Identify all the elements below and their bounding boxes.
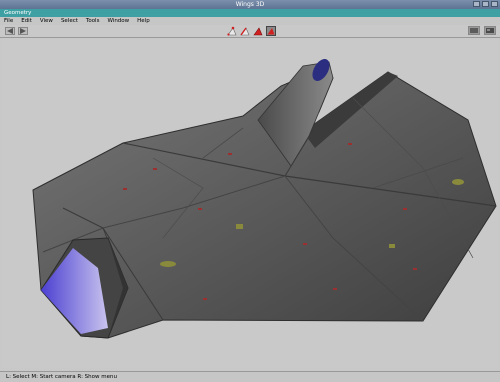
status-text: L: Select M: Start camera R: Show menu <box>6 374 117 380</box>
menu-bar: File Edit View Select Tools Window Help <box>0 17 500 25</box>
close-button[interactable] <box>491 1 498 7</box>
face-mode-button[interactable] <box>253 26 263 36</box>
menu-help[interactable]: Help <box>137 17 150 25</box>
body-mode-icon <box>267 28 275 35</box>
window-controls <box>473 1 498 7</box>
vertex-mode-icon <box>227 26 237 36</box>
menu-view[interactable]: View <box>40 17 53 25</box>
selection-mode-group <box>227 26 276 36</box>
face-mode-icon <box>253 27 263 36</box>
toolbar-right <box>468 26 496 35</box>
menu-file[interactable]: File <box>4 17 13 25</box>
minimize-button[interactable] <box>473 1 480 7</box>
menu-tools[interactable]: Tools <box>86 17 100 25</box>
edge-mode-button[interactable] <box>240 26 250 36</box>
view-options-icon <box>486 28 494 33</box>
perspective-icon <box>470 28 478 33</box>
undo-button[interactable] <box>5 27 15 35</box>
edge-mode-icon <box>240 27 250 36</box>
menu-window[interactable]: Window <box>107 17 129 25</box>
geometry-window-tab[interactable]: Geometry <box>0 9 500 17</box>
toolbar <box>0 25 500 38</box>
view-options-button[interactable] <box>484 26 496 35</box>
body-mode-button[interactable] <box>266 26 276 36</box>
geometry-tab-label: Geometry <box>4 10 32 16</box>
perspective-button[interactable] <box>468 26 480 35</box>
window-title-bar: Wings 3D <box>0 0 500 9</box>
geometry-viewport[interactable] <box>3 38 497 368</box>
menu-select[interactable]: Select <box>61 17 78 25</box>
redo-icon <box>20 28 26 34</box>
redo-button[interactable] <box>18 27 28 35</box>
vertex-mode-button[interactable] <box>227 26 237 36</box>
starship-model <box>32 59 497 339</box>
maximize-button[interactable] <box>482 1 489 7</box>
window-title: Wings 3D <box>235 1 265 8</box>
undo-icon <box>7 28 13 34</box>
toolbar-left <box>5 27 28 35</box>
status-bar: L: Select M: Start camera R: Show menu <box>0 371 500 382</box>
menu-edit[interactable]: Edit <box>21 17 32 25</box>
